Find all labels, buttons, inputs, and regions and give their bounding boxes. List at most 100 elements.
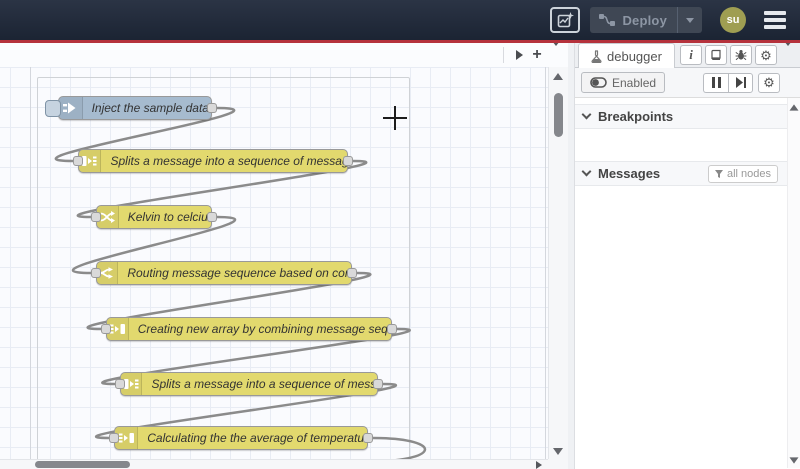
flow-node-split[interactable]: Splits a message into a sequence of mess… <box>115 372 383 396</box>
horizontal-scrollbar-thumb[interactable] <box>35 461 130 468</box>
canvas-vertical-scrollbar[interactable] <box>548 67 568 459</box>
step-icon <box>735 77 746 88</box>
flow-node-split[interactable]: Splits a message into a sequence of mess… <box>73 149 353 173</box>
scrollbar-corner <box>548 459 568 469</box>
node-port-output[interactable] <box>363 433 373 443</box>
node-label: Splits a message into a sequence of mess… <box>110 154 347 168</box>
section-messages[interactable]: Messages all nodes <box>575 161 800 186</box>
chevron-down-icon <box>686 17 694 23</box>
user-avatar[interactable]: su <box>720 7 746 33</box>
node-port-output[interactable] <box>387 324 397 334</box>
info-button[interactable]: i <box>680 45 702 65</box>
messages-list <box>575 186 800 431</box>
gear-icon: ⚙ <box>760 47 772 63</box>
chevron-down-icon <box>552 43 560 63</box>
node-port-output[interactable] <box>343 156 353 166</box>
canvas-play-button[interactable] <box>510 46 528 64</box>
deploy-wire-icon <box>599 14 616 26</box>
chevron-down-icon <box>581 109 592 120</box>
debug-button[interactable] <box>730 45 752 65</box>
node-port-input[interactable] <box>109 433 119 443</box>
node-label: Routing message sequence based on condit… <box>127 266 351 280</box>
header-bar: Deploy su <box>0 0 800 40</box>
pause-icon <box>711 77 721 88</box>
scroll-right-arrow[interactable] <box>536 461 542 469</box>
workspace-left-edge <box>30 67 31 459</box>
section-breakpoints[interactable]: Breakpoints <box>575 104 800 129</box>
sidebar-splitter[interactable] <box>568 43 575 469</box>
filter-icon <box>714 169 723 178</box>
node-label: Inject the sample data <box>91 101 209 115</box>
menu-icon <box>764 11 786 15</box>
canvas-dropdown-button[interactable] <box>552 43 560 64</box>
flow-sparkle-icon <box>557 11 574 27</box>
inject-icon <box>59 97 83 119</box>
flask-icon <box>591 49 602 63</box>
gear-icon: ⚙ <box>763 75 775 90</box>
scroll-up-arrow[interactable] <box>789 104 799 111</box>
flow-node-join[interactable]: Calculating the the average of temperatu… <box>109 426 373 450</box>
breakpoints-title: Breakpoints <box>598 109 674 124</box>
flow-canvas[interactable]: Inject the sample data Splits a message i… <box>0 43 568 469</box>
node-port-output[interactable] <box>207 103 217 113</box>
flow-node-change[interactable]: Kelvin to celcius <box>91 205 217 229</box>
canvas-toolbar: + <box>0 43 568 67</box>
tab-debugger[interactable]: debugger <box>578 43 675 68</box>
node-port-output[interactable] <box>347 268 357 278</box>
node-port-input[interactable] <box>115 379 125 389</box>
canvas-add-button[interactable]: + <box>528 46 546 64</box>
header-accent-line <box>0 40 800 43</box>
deploy-options-caret[interactable] <box>678 17 702 23</box>
sidebar: debugger i ⚙ Enabled ⚙ Breakpoints Messa… <box>575 41 800 469</box>
canvas-horizontal-scrollbar[interactable] <box>0 459 548 469</box>
chevron-down-icon <box>784 41 792 63</box>
node-label: Kelvin to celcius <box>127 210 211 224</box>
scroll-down-arrow[interactable] <box>789 457 799 464</box>
node-port-input[interactable] <box>91 212 101 222</box>
sidebar-scrollbar[interactable] <box>787 98 800 468</box>
flow-node-join[interactable]: Creating new array by combining message … <box>101 317 397 341</box>
step-button[interactable] <box>728 72 753 93</box>
sidebar-tab-buttons: i ⚙ <box>680 41 796 67</box>
main-menu-button[interactable] <box>764 11 786 29</box>
node-label: Splits a message into a sequence of mess… <box>151 377 377 391</box>
info-icon: i <box>689 47 693 62</box>
node-port-input[interactable] <box>91 268 101 278</box>
deploy-label: Deploy <box>622 12 667 28</box>
node-label: Calculating the the average of temperatu… <box>147 431 367 445</box>
node-label: Creating new array by combining message … <box>137 322 391 336</box>
vertical-scrollbar-thumb[interactable] <box>554 93 563 137</box>
pause-button[interactable] <box>703 72 728 93</box>
debugger-settings-button[interactable]: ⚙ <box>758 72 780 93</box>
book-icon <box>711 49 721 60</box>
messages-title: Messages <box>598 166 661 181</box>
node-port-input[interactable] <box>101 324 111 334</box>
sidebar-tabs-caret[interactable] <box>780 41 796 64</box>
toggle-icon <box>590 77 607 88</box>
settings-button[interactable]: ⚙ <box>755 45 777 65</box>
sidebar-tabbar: debugger i ⚙ <box>575 41 800 68</box>
breakpoints-list <box>575 129 800 155</box>
scroll-down-arrow[interactable] <box>553 448 563 455</box>
flow-node-inject[interactable]: Inject the sample data <box>45 96 217 120</box>
scroll-up-arrow[interactable] <box>553 73 563 80</box>
filter-all-nodes-button[interactable]: all nodes <box>707 164 778 183</box>
play-icon <box>515 50 523 60</box>
enabled-toggle-button[interactable]: Enabled <box>581 72 666 93</box>
inject-trigger-button[interactable] <box>45 100 61 117</box>
node-port-input[interactable] <box>73 156 83 166</box>
docs-button[interactable] <box>705 45 727 65</box>
node-port-output[interactable] <box>207 212 217 222</box>
plus-icon: + <box>532 46 542 63</box>
node-port-output[interactable] <box>373 379 383 389</box>
debugger-toolbar: Enabled ⚙ <box>575 68 800 98</box>
debugger-panel: Breakpoints Messages all nodes <box>575 98 800 468</box>
flow-node-switch[interactable]: Routing message sequence based on condit… <box>91 261 357 285</box>
flow-assistant-button[interactable] <box>550 7 581 33</box>
workspace-right-edge <box>545 67 546 459</box>
tab-label: debugger <box>607 48 662 64</box>
bug-icon <box>735 50 747 61</box>
chevron-down-icon <box>581 166 592 177</box>
deploy-button[interactable]: Deploy <box>590 7 702 33</box>
enabled-label: Enabled <box>612 75 657 90</box>
